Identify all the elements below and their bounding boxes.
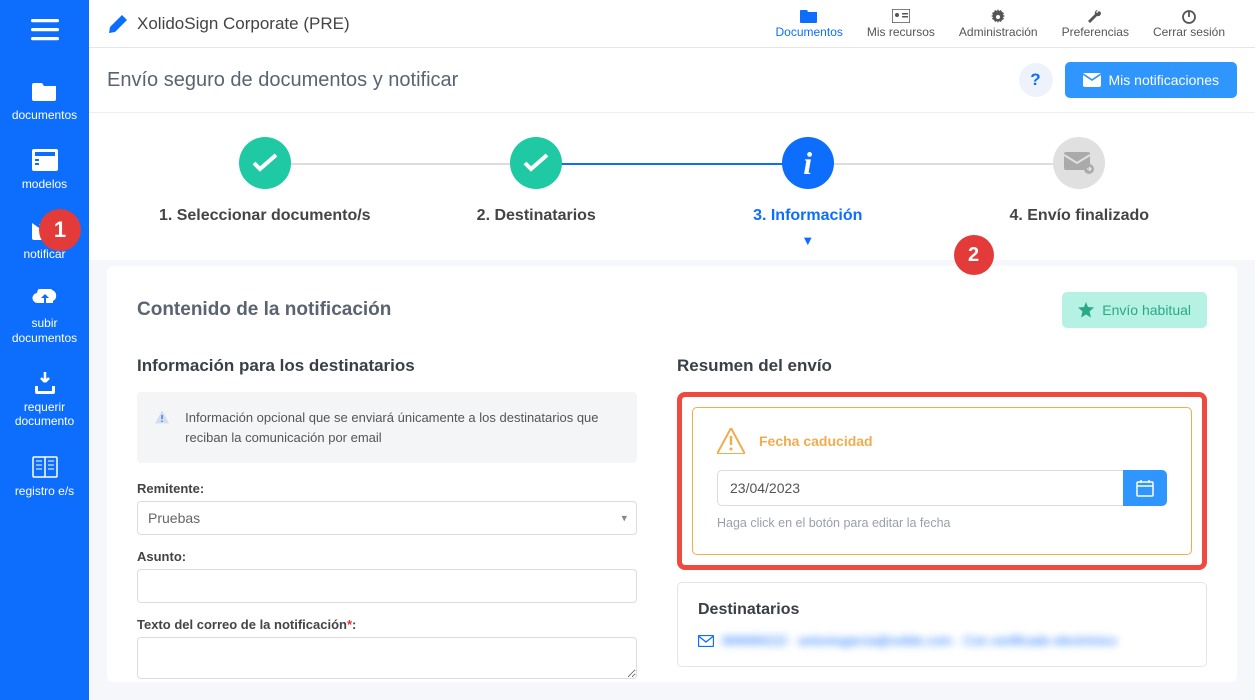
app-title: XolidoSign Corporate (PRE): [137, 14, 350, 34]
sidebar-label: registro e/s: [15, 484, 74, 498]
menu-toggle[interactable]: [25, 10, 65, 50]
sidebar-label: modelos: [22, 177, 67, 191]
section-title: Información para los destinatarios: [137, 356, 637, 376]
step-label: 3. Información: [753, 207, 862, 225]
topnav-logout[interactable]: Cerrar sesión: [1141, 3, 1237, 45]
section-title: Resumen del envío: [677, 356, 1207, 376]
topnav: Documentos Mis recursos Administración P…: [764, 3, 1238, 45]
folder-icon: [31, 77, 59, 105]
form-column: Información para los destinatarios Infor…: [137, 356, 637, 682]
highlight-box: Fecha caducidad Haga click en el botón p…: [677, 392, 1207, 570]
topnav-documentos[interactable]: Documentos: [764, 3, 855, 45]
folder-icon: [800, 9, 818, 25]
habitual-send-button[interactable]: Envío habitual: [1062, 292, 1207, 328]
step-label: 1. Seleccionar documento/s: [159, 207, 371, 225]
topnav-label: Mis recursos: [867, 25, 935, 39]
button-label: Envío habitual: [1102, 302, 1191, 318]
badge-1: 1: [39, 209, 81, 251]
topnav-label: Administración: [959, 25, 1038, 39]
gear-icon: [990, 9, 1006, 25]
step-3[interactable]: i 3. Información ▼ 2: [672, 137, 944, 248]
sidebar-item-subir[interactable]: subir documentos: [0, 273, 89, 357]
dest-row: 999999222 · antoniogarcia@xolido.com · C…: [698, 633, 1186, 648]
expiry-title-text: Fecha caducidad: [759, 433, 873, 449]
caret-down-icon: ▼: [801, 233, 814, 248]
warning-icon: [155, 408, 169, 426]
remitente-select[interactable]: Pruebas: [137, 501, 637, 535]
envelope-icon: [698, 635, 714, 647]
dest-info: 999999222 · antoniogarcia@xolido.com · C…: [722, 633, 1117, 648]
sidebar-item-modelos[interactable]: modelos: [0, 134, 89, 203]
topnav-label: Cerrar sesión: [1153, 25, 1225, 39]
check-icon: [252, 153, 278, 173]
brand: XolidoSign Corporate (PRE): [107, 13, 350, 35]
subheader: Envío seguro de documentos y notificar ?…: [89, 48, 1255, 113]
step-2[interactable]: 2. Destinatarios: [401, 137, 673, 248]
sidebar-item-requerir[interactable]: requerir documento: [0, 357, 89, 441]
sidebar-label: subir documentos: [4, 316, 85, 345]
sidebar-label: requerir documento: [4, 400, 85, 429]
texto-textarea[interactable]: [137, 637, 637, 679]
step-label: 4. Envío finalizado: [1009, 207, 1149, 225]
sidebar-item-registro[interactable]: registro e/s: [0, 441, 89, 510]
destinatarios-card: Destinatarios 999999222 · antoniogarcia@…: [677, 582, 1207, 667]
content-card: Contenido de la notificación Envío habit…: [107, 266, 1237, 682]
step-1[interactable]: 1. Seleccionar documento/s: [129, 137, 401, 248]
book-icon: [31, 453, 59, 481]
summary-column: Resumen del envío Fecha caducidad: [677, 356, 1207, 682]
expiry-date-input[interactable]: [717, 470, 1123, 506]
topnav-prefs[interactable]: Preferencias: [1050, 3, 1141, 45]
sidebar-item-notificar[interactable]: notificar 1: [0, 204, 89, 273]
texto-label: Texto del correo de la notificación*:: [137, 617, 637, 632]
power-icon: [1181, 9, 1197, 25]
dest-title: Destinatarios: [698, 601, 1186, 619]
envelope-sent-icon: [1064, 152, 1094, 174]
star-icon: [1078, 302, 1094, 318]
sidebar-item-documentos[interactable]: documentos: [0, 65, 89, 134]
envelope-icon: [1083, 73, 1101, 87]
remitente-label: Remitente:: [137, 481, 637, 496]
my-notifications-button[interactable]: Mis notificaciones: [1065, 62, 1238, 98]
pen-icon: [107, 13, 129, 35]
warning-icon: [717, 428, 745, 454]
page-title: Envío seguro de documentos y notificar: [107, 69, 458, 92]
topnav-admin[interactable]: Administración: [947, 3, 1050, 45]
step-label: 2. Destinatarios: [477, 207, 596, 225]
template-icon: [31, 146, 59, 174]
banner-text: Información opcional que se enviará únic…: [185, 408, 619, 447]
stepper: 1. Seleccionar documento/s 2. Destinatar…: [89, 113, 1255, 260]
content-title: Contenido de la notificación: [137, 299, 391, 321]
wrench-icon: [1087, 9, 1103, 25]
sidebar-label: documentos: [12, 108, 77, 122]
sidebar: documentos modelos notificar 1 subir doc…: [0, 0, 89, 700]
expiry-hint: Haga click en el botón para editar la fe…: [717, 516, 1167, 530]
id-icon: [892, 9, 910, 25]
asunto-input[interactable]: [137, 569, 637, 603]
main: XolidoSign Corporate (PRE) Documentos Mi…: [89, 0, 1255, 700]
asunto-label: Asunto:: [137, 549, 637, 564]
help-button[interactable]: ?: [1019, 63, 1053, 97]
expiry-card: Fecha caducidad Haga click en el botón p…: [692, 407, 1192, 555]
upload-icon: [31, 285, 59, 313]
check-icon: [523, 153, 549, 173]
calendar-button[interactable]: [1123, 470, 1167, 506]
download-icon: [31, 369, 59, 397]
step-4: 4. Envío finalizado: [944, 137, 1216, 248]
info-icon: i: [782, 137, 834, 189]
topnav-recursos[interactable]: Mis recursos: [855, 3, 947, 45]
badge-2: 2: [954, 235, 994, 275]
calendar-icon: [1136, 479, 1154, 497]
topnav-label: Preferencias: [1062, 25, 1129, 39]
topnav-label: Documentos: [776, 25, 843, 39]
button-label: Mis notificaciones: [1109, 72, 1220, 88]
info-banner: Información opcional que se enviará únic…: [137, 392, 637, 463]
topbar: XolidoSign Corporate (PRE) Documentos Mi…: [89, 0, 1255, 48]
